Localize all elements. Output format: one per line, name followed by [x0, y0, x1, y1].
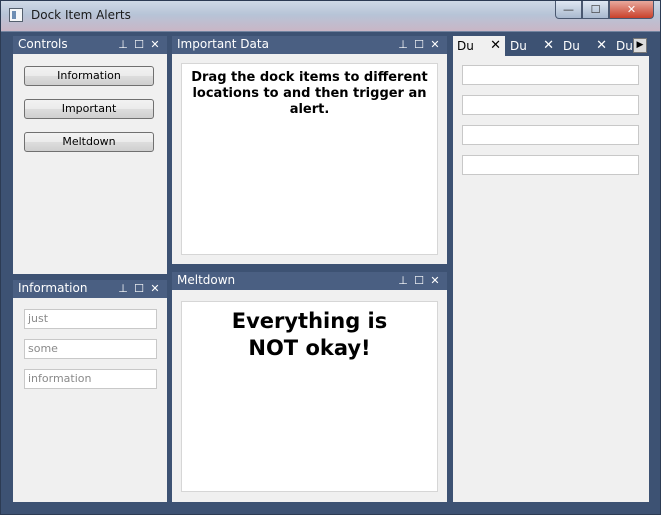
meltdown-button[interactable]: Meltdown	[24, 132, 154, 152]
minimize-button[interactable]: —	[555, 1, 582, 19]
float-icon[interactable]: ☐	[413, 274, 425, 287]
title-bar[interactable]: Dock Item Alerts — ☐ ✕	[1, 1, 660, 31]
tab-label: Du	[457, 39, 474, 53]
close-icon[interactable]: ✕	[149, 38, 161, 51]
information-dock-title: Information	[18, 281, 88, 295]
dummy-field-1[interactable]	[462, 65, 639, 85]
float-icon[interactable]: ☐	[413, 38, 425, 51]
close-icon[interactable]: ✕	[596, 36, 607, 56]
controls-dock-titlebar[interactable]: Controls ⊥ ☐ ✕	[13, 36, 167, 54]
important-data-dock: Important Data ⊥ ☐ ✕ Drag the dock items…	[172, 36, 447, 264]
tab-scroll-right-button[interactable]: ▶	[633, 38, 647, 53]
pin-icon[interactable]: ⊥	[117, 282, 129, 295]
information-dock: Information ⊥ ☐ ✕ just some information	[13, 280, 167, 502]
information-dock-titlebar[interactable]: Information ⊥ ☐ ✕	[13, 280, 167, 298]
close-icon[interactable]: ✕	[490, 36, 501, 56]
info-field-some[interactable]: some	[24, 339, 157, 359]
app-window: Dock Item Alerts — ☐ ✕ Controls ⊥ ☐ ✕ In…	[0, 0, 661, 515]
caption-buttons: — ☐ ✕	[555, 1, 654, 21]
close-icon[interactable]: ✕	[429, 274, 441, 287]
meltdown-content: Everything is NOT okay!	[181, 301, 438, 492]
dock-tab-bar: Du ✕ Du ✕ Du ✕ Du ▶	[453, 36, 649, 56]
chevron-right-icon: ▶	[636, 40, 644, 50]
important-button[interactable]: Important	[24, 99, 154, 119]
information-button[interactable]: Information	[24, 66, 154, 86]
float-icon[interactable]: ☐	[133, 38, 145, 51]
dummy-dock	[453, 56, 649, 502]
maximize-icon: ☐	[590, 3, 601, 16]
important-content: Drag the dock items to different locatio…	[181, 63, 438, 255]
information-dock-body: just some information	[13, 298, 167, 502]
dummy-field-3[interactable]	[462, 125, 639, 145]
info-field-just[interactable]: just	[24, 309, 157, 329]
meltdown-message: Everything is NOT okay!	[231, 309, 388, 360]
close-icon: ✕	[626, 3, 637, 16]
close-icon[interactable]: ✕	[149, 282, 161, 295]
window-title: Dock Item Alerts	[31, 8, 131, 22]
important-dock-title: Important Data	[177, 37, 269, 51]
meltdown-dock-title: Meltdown	[177, 273, 236, 287]
minimize-icon: —	[563, 3, 574, 16]
tab-dummy-1[interactable]: Du ✕	[453, 36, 505, 56]
meltdown-dock-body: Everything is NOT okay!	[172, 290, 447, 502]
tab-label: Du	[510, 39, 527, 53]
close-icon[interactable]: ✕	[543, 36, 554, 56]
close-icon[interactable]: ✕	[429, 38, 441, 51]
controls-dock-title: Controls	[18, 37, 68, 51]
pin-icon[interactable]: ⊥	[397, 274, 409, 287]
maximize-button[interactable]: ☐	[582, 1, 609, 19]
important-message: Drag the dock items to different locatio…	[191, 70, 428, 117]
controls-dock-body: Information Important Meltdown	[13, 54, 167, 274]
float-icon[interactable]: ☐	[133, 282, 145, 295]
dummy-field-4[interactable]	[462, 155, 639, 175]
meltdown-dock: Meltdown ⊥ ☐ ✕ Everything is NOT okay!	[172, 272, 447, 502]
close-window-button[interactable]: ✕	[609, 1, 654, 19]
tab-dummy-2[interactable]: Du ✕	[506, 36, 558, 56]
pin-icon[interactable]: ⊥	[397, 38, 409, 51]
tab-dummy-3[interactable]: Du ✕	[559, 36, 611, 56]
important-dock-titlebar[interactable]: Important Data ⊥ ☐ ✕	[172, 36, 447, 54]
info-field-information[interactable]: information	[24, 369, 157, 389]
important-dock-body: Drag the dock items to different locatio…	[172, 54, 447, 264]
app-icon	[9, 8, 23, 22]
dummy-field-2[interactable]	[462, 95, 639, 115]
controls-dock: Controls ⊥ ☐ ✕ Information Important Mel…	[13, 36, 167, 274]
meltdown-dock-titlebar[interactable]: Meltdown ⊥ ☐ ✕	[172, 272, 447, 290]
tab-label: Du	[616, 39, 633, 53]
tab-label: Du	[563, 39, 580, 53]
tab-dummy-4[interactable]: Du	[612, 36, 634, 56]
pin-icon[interactable]: ⊥	[117, 38, 129, 51]
